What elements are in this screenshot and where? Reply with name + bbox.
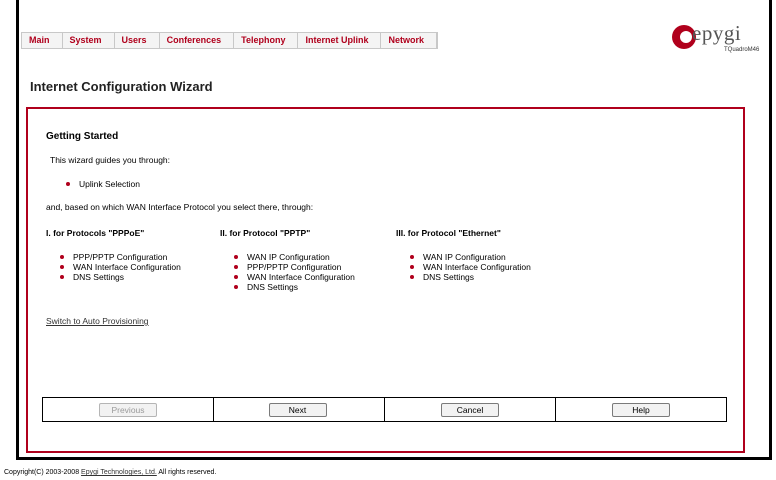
previous-button[interactable]: Previous [99, 402, 157, 417]
menu-item-conferences[interactable]: Conferences [160, 33, 235, 48]
intro-text: This wizard guides you through: [50, 155, 171, 165]
next-button[interactable]: Next [268, 402, 327, 417]
previous-cell: Previous [43, 398, 214, 421]
pptp-column: II. for Protocol "PPTP" WAN IP Configura… [220, 228, 355, 292]
pptp-heading: II. for Protocol "PPTP" [220, 228, 311, 238]
help-cell: Help [556, 398, 726, 421]
device-model-label: TQuadroM46 [724, 47, 760, 53]
copyright-footer: Copyright(C) 2003-2008 Epygi Technologie… [4, 469, 216, 476]
menu-item-internet-uplink[interactable]: Internet Uplink [298, 33, 382, 48]
menu-item-main[interactable]: Main [22, 33, 63, 48]
help-button[interactable]: Help [612, 402, 670, 417]
cancel-button[interactable]: Cancel [441, 402, 499, 417]
page-title: Internet Configuration Wizard [30, 79, 213, 94]
auto-provisioning-link[interactable]: Switch to Auto Provisioning [46, 316, 149, 326]
pppoe-heading: I. for Protocols "PPPoE" [46, 228, 145, 238]
cancel-cell: Cancel [385, 398, 556, 421]
list-item: WAN Interface Configuration [58, 262, 181, 272]
ethernet-heading: III. for Protocol "Ethernet" [396, 228, 501, 238]
logo-brand-text: epygi [692, 21, 742, 45]
list-item: DNS Settings [232, 282, 355, 292]
ethernet-column: III. for Protocol "Ethernet" WAN IP Conf… [396, 228, 531, 282]
list-item: WAN IP Configuration [408, 252, 531, 262]
list-item: PPP/PPTP Configuration [232, 262, 355, 272]
next-cell: Next [214, 398, 385, 421]
copyright-prefix: Copyright(C) 2003-2008 [4, 469, 82, 476]
list-item: PPP/PPTP Configuration [58, 252, 181, 262]
list-item-uplink-selection: Uplink Selection [64, 179, 140, 189]
main-menu: Main System Users Conferences Telephony … [21, 32, 438, 49]
list-item: DNS Settings [58, 272, 181, 282]
menu-item-network[interactable]: Network [381, 33, 437, 48]
wizard-panel: Getting Started This wizard guides you t… [26, 107, 745, 453]
pppoe-column: I. for Protocols "PPPoE" PPP/PPTP Config… [46, 228, 181, 282]
list-item: WAN Interface Configuration [232, 272, 355, 282]
epygi-logo: epygi TQuadroM46 [672, 21, 762, 55]
list-item: WAN Interface Configuration [408, 262, 531, 272]
menu-item-telephony[interactable]: Telephony [234, 33, 299, 48]
copyright-suffix: All rights reserved. [156, 469, 217, 476]
wizard-button-bar: Previous Next Cancel Help [42, 397, 727, 422]
menu-item-system[interactable]: System [63, 33, 115, 48]
company-link[interactable]: Epygi Technologies, Ltd. [81, 469, 157, 476]
section-title: Getting Started [46, 131, 119, 142]
list-item: WAN IP Configuration [232, 252, 355, 262]
menu-item-users[interactable]: Users [115, 33, 160, 48]
protocol-intro-text: and, based on which WAN Interface Protoc… [46, 202, 314, 212]
list-item: DNS Settings [408, 272, 531, 282]
